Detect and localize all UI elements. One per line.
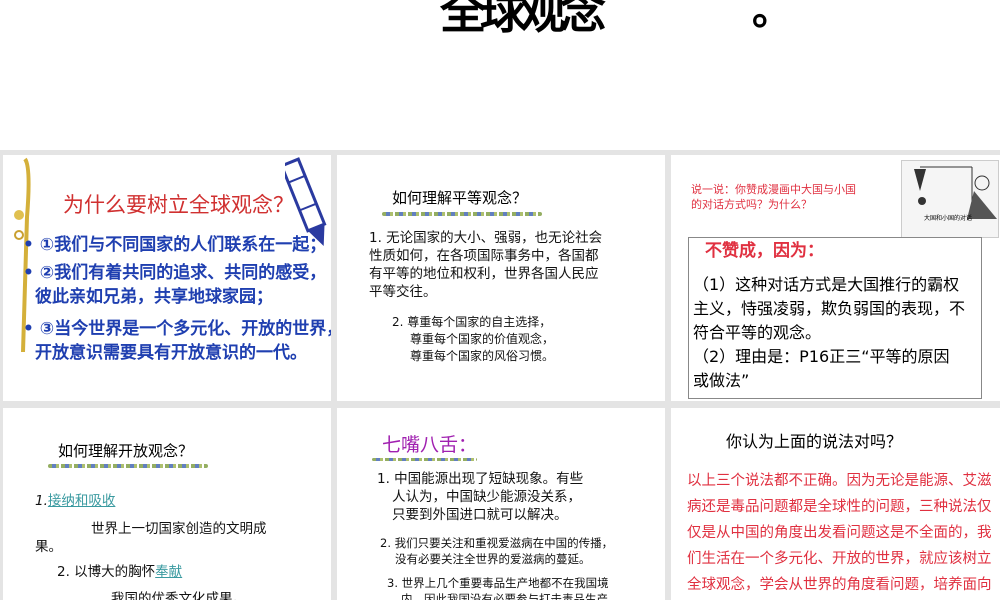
title-area: 全球观念 。 [0,0,1000,150]
cartoon-image: 大国和小国的对话 [901,160,999,238]
text-line: 只要到外国进口就可以解决。 [392,507,568,523]
slide-openness[interactable]: 如何理解开放观念？ 1.接纳和吸收 世界上一切国家创造的文明成 果。 2. 以博… [3,408,331,600]
item-2: 2. 以博大的胸怀奉献 [57,564,183,580]
text-line: 果。 [35,539,62,555]
text-line: 尊重每个国家的价值观念， [410,332,555,346]
text-line: 1. 无论国家的大小、强弱，也无论社会 [369,230,603,246]
slide-answer[interactable]: 你认为上面的说法对吗？ 以上三个说法都不正确。因为无论是能源、艾滋 病还是毒品问… [671,408,1000,600]
link-accept-absorb[interactable]: 接纳和吸收 [48,493,116,509]
text-line: 平等交往。 [369,284,437,300]
answer-heading: 不赞成，因为： [705,241,824,261]
divider [382,212,542,216]
text-line: 我国的优秀文化成果。 [111,591,246,600]
item-1: 1.接纳和吸收 [35,493,116,509]
point-1: • ①我们与不同国家的人们联系在一起； [23,235,327,255]
point-3-cont: 开放意识需要具有开放意识的一代。 [35,343,307,363]
answer-line: 主义，恃强凌弱，欺负弱国的表现，不 [693,299,966,318]
answer-line: 病还是毒品问题都是全球性的问题，三种说法仅 [687,499,992,515]
link-contribute[interactable]: 奉献 [155,564,182,580]
text-line: 人认为，中国缺少能源没关系， [392,489,581,505]
slide-title: 为什么要树立全球观念？ [63,193,294,217]
point-2: • ②我们有着共同的追求、共同的感受， [23,263,327,283]
text-line: 性质如何，在各项国际事务中，各国都 [369,248,599,264]
text-line: 2. 尊重每个国家的自主选择， [392,315,552,329]
slide-title: 如何理解平等观念？ [392,189,528,207]
text-line: 内，因此我国没有必要参与打击毒品生产 [401,592,608,600]
slide-equality[interactable]: 如何理解平等观念？ 1. 无论国家的大小、强弱，也无论社会 性质如何，在各项国际… [337,155,665,401]
divider [372,458,477,461]
cartoon-caption: 大国和小国的对话 [924,215,973,222]
slide-title: 如何理解开放观念？ [58,442,194,460]
title-punct: 。 [752,0,792,34]
text-line: 1. 中国能源出现了短缺现象。有些 [377,471,584,487]
answer-line: （2）理由是：P16正三“平等的原因 [693,347,950,366]
slide-discussion[interactable]: 说一说：你赞成漫画中大国与小国 的对话方式吗？为什么？ 大国和小国的对话 不赞成… [671,155,1000,401]
cartoon-drawing-icon [914,166,997,219]
point-2-cont: 彼此亲如兄弟，共享地球家园； [35,287,273,307]
question-line: 说一说：你赞成漫画中大国与小国 [691,183,856,196]
slide-title: 你认为上面的说法对吗？ [726,432,903,451]
page-title: 全球观念 [440,0,606,39]
slide-why-global[interactable]: 为什么要树立全球观念？ • ①我们与不同国家的人们联系在一起； • ②我们有着共… [3,155,331,401]
answer-line: 以上三个说法都不正确。因为无论是能源、艾滋 [687,473,992,489]
answer-line: （1）这种对话方式是大国推行的霸权 [693,275,960,294]
slide-title: 七嘴八舌： [382,434,478,456]
divider [48,464,208,468]
text-line: 没有必要关注全世界的爱滋病的蔓延。 [395,552,591,566]
point-3: • ③当今世界是一个多元化、开放的世界， [23,319,331,339]
answer-line: 们生活在一个多元化、开放的世界，就应该树立 [687,551,992,567]
text-line: 尊重每个国家的风俗习惯。 [410,349,555,363]
answer-line: 符合平等的观念。 [693,323,822,342]
answer-line: 全球观念，学会从世界的角度看问题，培养面向 [687,577,992,593]
answer-line: 或做法” [693,371,750,390]
question-line: 的对话方式吗？为什么？ [691,198,812,211]
text-line: 世界上一切国家创造的文明成 [91,521,267,537]
text-line: 有平等的地位和权利，世界各国人民应 [369,266,599,282]
slide-opinions[interactable]: 七嘴八舌： 1. 中国能源出现了短缺现象。有些 人认为，中国缺少能源没关系， 只… [337,408,665,600]
answer-line: 仅是从中国的角度出发看问题这是不全面的，我 [687,525,992,541]
